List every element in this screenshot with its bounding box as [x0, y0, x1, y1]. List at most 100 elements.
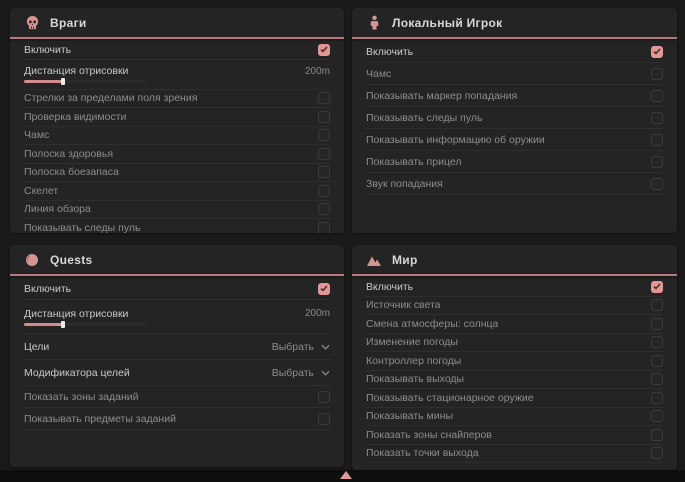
row-label: Показать зоны снайперов: [366, 429, 492, 441]
row-label: Полоска боезапаса: [24, 166, 119, 178]
checkbox[interactable]: [318, 44, 330, 56]
row-toggle: Показать точки выхода: [366, 445, 663, 464]
row-toggle: Показывать маркер попадания: [366, 85, 663, 107]
checkbox[interactable]: [318, 92, 330, 104]
checkbox[interactable]: [318, 166, 330, 178]
checkbox[interactable]: [651, 134, 663, 146]
dropdown-value: Выбрать: [272, 341, 314, 353]
row-toggle: Показывать предметы заданий: [24, 408, 330, 430]
dropdown-value: Выбрать: [272, 367, 314, 379]
dropdown[interactable]: Выбрать: [272, 367, 330, 379]
row-toggle: Показывать информацию об оружии: [366, 129, 663, 151]
checkbox[interactable]: [651, 90, 663, 102]
chevron-down-icon: [321, 370, 330, 376]
chevron-down-icon: [321, 344, 330, 350]
row-toggle: Источник света: [366, 297, 663, 316]
checkbox[interactable]: [651, 373, 663, 385]
row-label: Показать зоны заданий: [24, 391, 139, 403]
row-label: Контроллер погоды: [366, 355, 461, 367]
checkbox[interactable]: [318, 185, 330, 197]
checkbox[interactable]: [318, 111, 330, 123]
row-toggle: Включить: [366, 41, 663, 63]
row-label: Смена атмосферы: солнца: [366, 318, 498, 330]
panel-body: ВключитьДистанция отрисовки200mЦелиВыбра…: [10, 276, 344, 465]
row-label: Включить: [24, 44, 71, 56]
row-label: Модификатора целей: [24, 367, 130, 379]
checkbox[interactable]: [651, 410, 663, 422]
checkbox[interactable]: [651, 299, 663, 311]
row-label: Показывать выходы: [366, 373, 464, 385]
row-label: Полоска здоровья: [24, 148, 113, 160]
slider[interactable]: [24, 80, 146, 83]
skull-icon: [24, 15, 40, 31]
slider-thumb[interactable]: [61, 321, 65, 328]
row-toggle: Линия обзора: [24, 201, 330, 220]
panel-header: Локальный Игрок: [352, 8, 677, 37]
checkbox[interactable]: [651, 318, 663, 330]
row-label: Чамс: [24, 129, 49, 141]
checkbox[interactable]: [651, 392, 663, 404]
slider-thumb[interactable]: [61, 78, 65, 85]
panel-quests: Quests ВключитьДистанция отрисовки200mЦе…: [10, 245, 344, 467]
panel-title: Враги: [50, 16, 87, 30]
checkbox[interactable]: [651, 281, 663, 293]
row-toggle: Скелет: [24, 182, 330, 201]
checkbox[interactable]: [318, 391, 330, 403]
row-label: Дистанция отрисовки: [24, 308, 128, 320]
checkbox[interactable]: [318, 283, 330, 295]
checkbox[interactable]: [318, 413, 330, 425]
person-icon: [366, 15, 382, 31]
row-label: Показывать следы пуль: [366, 112, 482, 124]
row-toggle: Смена атмосферы: солнца: [366, 315, 663, 334]
checkbox[interactable]: [651, 112, 663, 124]
row-slider: Дистанция отрисовки 200m: [24, 60, 330, 90]
row-label: Стрелки за пределами поля зрения: [24, 92, 197, 104]
row-toggle: Контроллер погоды: [366, 352, 663, 371]
row-slider: Дистанция отрисовки 200m: [24, 300, 330, 334]
panel-title: Quests: [50, 253, 92, 267]
panel-world: Мир ВключитьИсточник светаСмена атмосфер…: [352, 245, 677, 470]
slider-value: 200m: [305, 66, 330, 77]
row-toggle: Показать зоны снайперов: [366, 426, 663, 445]
row-toggle: Показывать следы пуль: [24, 219, 330, 233]
row-label: Чамс: [366, 68, 391, 80]
row-label: Показывать информацию об оружии: [366, 134, 545, 146]
row-label: Показать точки выхода: [366, 447, 479, 459]
checkbox[interactable]: [651, 46, 663, 58]
checkbox[interactable]: [651, 447, 663, 459]
panel-header: Quests: [10, 245, 344, 274]
row-toggle: Полоска боезапаса: [24, 164, 330, 183]
row-label: Источник света: [366, 299, 440, 311]
checkbox[interactable]: [651, 178, 663, 190]
row-label: Изменение погоды: [366, 336, 458, 348]
panel-header: Враги: [10, 8, 344, 37]
row-label: Показывать стационарное оружие: [366, 392, 534, 404]
row-toggle: Чамс: [24, 127, 330, 146]
checkbox[interactable]: [318, 129, 330, 141]
checkbox[interactable]: [318, 203, 330, 215]
row-label: Дистанция отрисовки: [24, 65, 128, 77]
row-toggle: Полоска здоровья: [24, 145, 330, 164]
sphere-icon: [24, 252, 40, 268]
checkbox[interactable]: [318, 222, 330, 233]
row-dropdown: Модификатора целей Выбрать: [24, 360, 330, 386]
checkbox[interactable]: [651, 336, 663, 348]
row-toggle: Показать зоны заданий: [24, 386, 330, 408]
row-label: Включить: [24, 283, 71, 295]
checkbox[interactable]: [651, 429, 663, 441]
slider[interactable]: [24, 323, 146, 326]
panel-local-player: Локальный Игрок Включить Чамс Показывать м…: [352, 8, 677, 233]
panel-body: Включить Чамс Показывать маркер попадания П…: [352, 39, 677, 231]
checkbox[interactable]: [651, 68, 663, 80]
checkbox[interactable]: [651, 355, 663, 367]
checkbox[interactable]: [651, 156, 663, 168]
row-toggle: Проверка видимости: [24, 108, 330, 127]
panel-title: Мир: [392, 253, 418, 267]
checkbox[interactable]: [318, 148, 330, 160]
row-toggle: Показывать следы пуль: [366, 107, 663, 129]
slider-value: 200m: [305, 308, 330, 319]
dropdown[interactable]: Выбрать: [272, 341, 330, 353]
row-toggle: Включить: [24, 41, 330, 60]
panel-enemies: Враги Включить Дистанция отрисовки 200m Стр…: [10, 8, 344, 233]
panel-title: Локальный Игрок: [392, 16, 502, 30]
